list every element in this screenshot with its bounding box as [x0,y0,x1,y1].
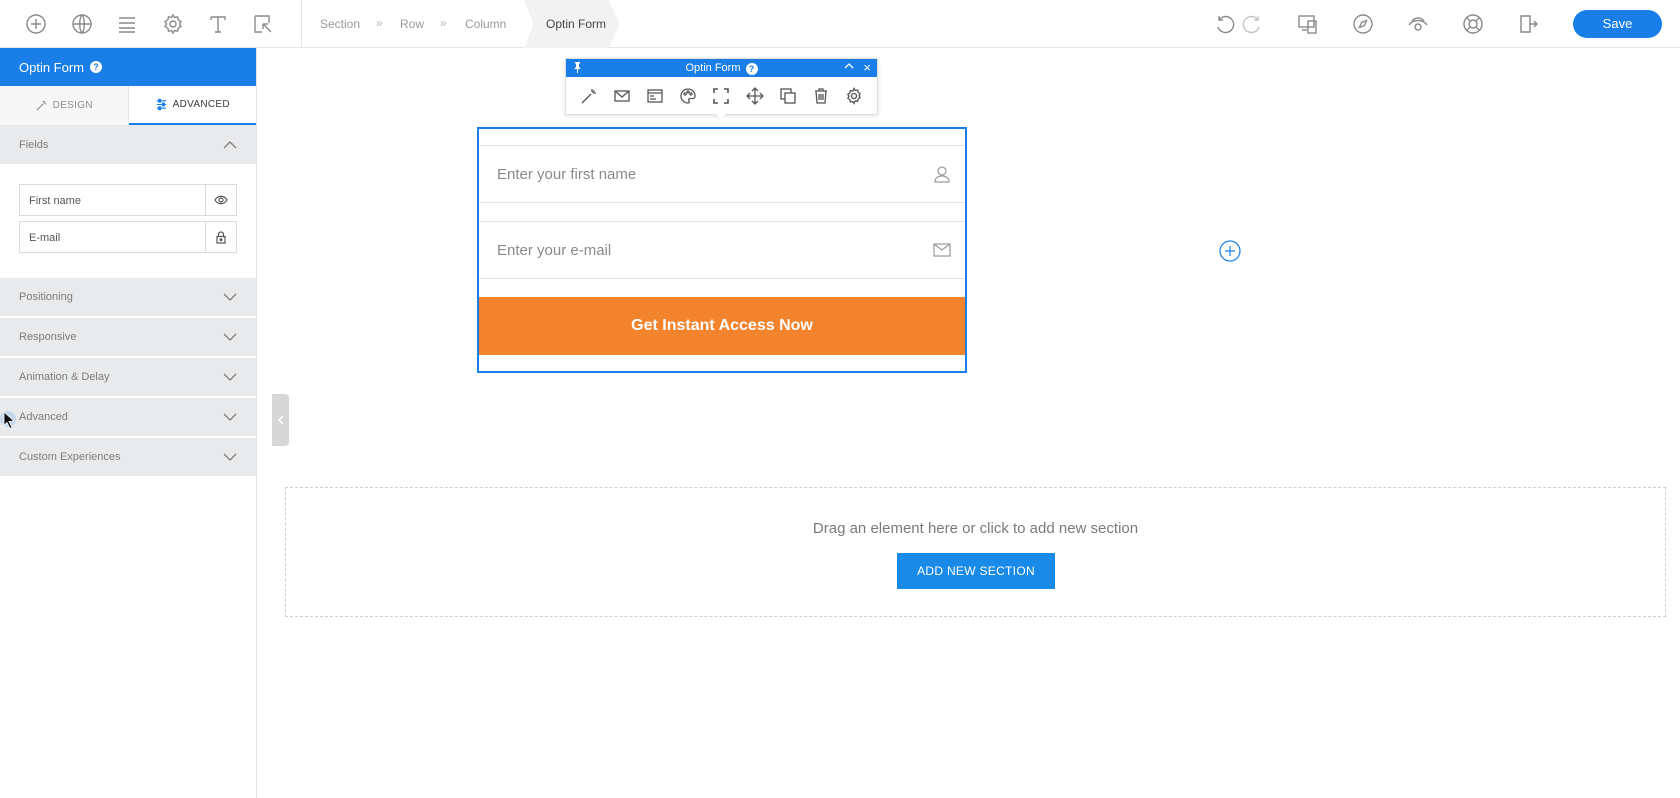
accordion-label: Responsive [19,331,77,343]
field-name: First name [29,195,81,207]
optin-form[interactable]: Get Instant Access Now [477,127,967,373]
top-toolbar: Section » Row » Column Optin Form Save [0,0,1680,48]
field-row-email: E-mail [19,221,237,253]
accordion-label: Positioning [19,291,73,303]
first-name-field [479,145,965,203]
dropzone-text: Drag an element here or click to add new… [812,520,1139,537]
magic-wand-icon [36,100,46,111]
close-icon[interactable]: × [863,60,871,75]
chevron-down-icon [223,413,237,421]
fullscreen-icon[interactable] [712,87,730,105]
email-service-icon[interactable] [613,87,631,105]
locked-field-button[interactable] [205,222,236,252]
preview-eye-icon[interactable] [1406,12,1430,36]
chevron-left-icon [277,415,284,425]
toolbar-divider [301,0,302,48]
panel-header: Optin Form ? [0,48,256,86]
accordion: Positioning Responsive Animation & Delay… [0,278,256,476]
tab-design-label: DESIGN [52,100,93,111]
breadcrumb-separator: » [440,16,447,30]
redo-icon[interactable] [1240,12,1264,36]
breadcrumb-current: Optin Form [524,0,620,48]
add-new-section-button[interactable]: ADD NEW SECTION [897,553,1055,589]
element-settings-icon[interactable] [845,87,863,105]
first-name-input[interactable] [497,165,897,183]
breadcrumb-separator: » [376,16,383,30]
toggle-visibility-button[interactable] [205,185,236,215]
help-icon[interactable]: ? [90,61,103,73]
breadcrumb-column[interactable]: Column [465,17,506,31]
element-toolbar-actions [566,77,877,115]
mouse-cursor-icon [0,410,20,432]
tab-advanced[interactable]: ADVANCED [128,86,256,125]
fields-section-header[interactable]: Fields [0,126,256,164]
accordion-label: Animation & Delay [19,371,110,383]
pin-icon[interactable] [573,62,582,73]
chevron-up-icon[interactable] [844,62,854,69]
field-name: E-mail [29,232,61,244]
accordion-animation-delay[interactable]: Animation & Delay [0,358,256,396]
fields-section-label: Fields [19,139,49,151]
move-icon[interactable] [745,87,764,105]
help-icon[interactable]: ? [745,62,758,75]
breadcrumb-section[interactable]: Section [320,17,360,31]
lock-icon [216,230,226,244]
accordion-label: Advanced [19,411,68,423]
breadcrumb-row[interactable]: Row [400,17,424,31]
collapse-panel-handle[interactable] [272,394,289,446]
chevron-down-icon [223,453,237,461]
add-column-icon[interactable] [1219,240,1241,262]
compass-icon[interactable] [1351,12,1375,36]
eye-icon [214,195,228,205]
responsive-devices-icon[interactable] [1296,12,1320,36]
sliders-icon [156,98,166,111]
fields-list: First name E-mail [0,164,256,276]
get-access-button[interactable]: Get Instant Access Now [479,297,965,355]
accordion-positioning[interactable]: Positioning [0,278,256,316]
chevron-up-icon [223,141,237,149]
email-field [479,221,965,279]
globe-icon[interactable] [70,12,94,36]
email-input[interactable] [497,241,897,259]
exit-icon[interactable] [1516,12,1540,36]
panel-title: Optin Form [19,60,85,75]
toolbar-caret [715,113,727,119]
tab-design[interactable]: DESIGN [0,86,129,125]
element-toolbar-header: Optin Form ? × [566,59,877,77]
settings-gear-icon[interactable] [161,12,185,36]
delete-trash-icon[interactable] [812,87,830,105]
typography-icon[interactable] [206,12,230,36]
form-layout-icon[interactable] [646,87,664,105]
accordion-label: Custom Experiences [19,451,121,463]
accordion-advanced[interactable]: Advanced [0,398,256,436]
save-button[interactable]: Save [1573,10,1662,38]
envelope-icon [933,243,951,257]
add-element-icon[interactable] [24,12,48,36]
chevron-down-icon [223,293,237,301]
tab-advanced-label: ADVANCED [172,99,230,110]
element-toolbar-title: Optin Form [685,62,741,74]
select-cursor-icon[interactable] [251,12,275,36]
field-row-first-name: First name [19,184,237,216]
chevron-down-icon [223,373,237,381]
left-panel: Optin Form ? DESIGN ADVANCED Fields Firs… [0,48,257,798]
chevron-down-icon [223,333,237,341]
magic-wand-icon[interactable] [580,87,598,105]
duplicate-icon[interactable] [779,87,797,105]
help-lifebuoy-icon[interactable] [1461,12,1485,36]
user-icon [934,166,950,183]
accordion-custom-experiences[interactable]: Custom Experiences [0,438,256,476]
palette-icon[interactable] [679,87,697,105]
accordion-responsive[interactable]: Responsive [0,318,256,356]
element-toolbar: Optin Form ? × [565,58,878,115]
layers-icon[interactable] [115,12,139,36]
add-section-dropzone[interactable]: Drag an element here or click to add new… [285,487,1666,617]
undo-icon[interactable] [1213,12,1237,36]
panel-tabs: DESIGN ADVANCED [0,86,256,126]
